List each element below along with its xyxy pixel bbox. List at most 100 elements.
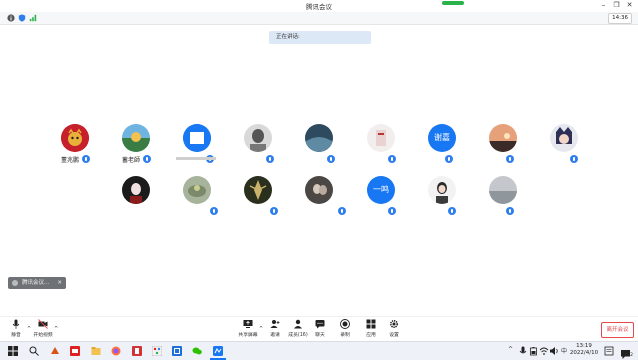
members-label: 成员(16) (288, 333, 308, 338)
info-icon[interactable] (7, 14, 15, 22)
mic-icon (338, 207, 346, 215)
minimize-button[interactable]: – (597, 1, 610, 10)
mic-icon (266, 155, 274, 163)
members-button[interactable]: 成员(16) (286, 319, 310, 338)
close-button[interactable]: ✕ (623, 1, 636, 10)
members-icon (294, 319, 302, 329)
participant-avatar[interactable] (428, 176, 456, 204)
participant-avatar[interactable]: 一鸣 (367, 176, 395, 204)
speaking-banner: 正在讲话: (269, 31, 371, 44)
mic-icon (506, 207, 514, 215)
chat-label: 聊天 (315, 333, 325, 338)
avatar-text: 谢嘉 (434, 133, 450, 142)
mute-label: 静音 (11, 333, 21, 338)
mute-button[interactable]: 静音 (4, 319, 28, 338)
mic-icon (327, 155, 335, 163)
share-label: 共享屏幕 (238, 333, 258, 338)
participant-avatar[interactable] (489, 124, 517, 152)
app-icon[interactable] (172, 346, 182, 356)
volume-icon[interactable] (549, 346, 559, 356)
participant-avatar[interactable] (183, 124, 211, 152)
record-button[interactable]: 录制 (333, 319, 357, 338)
invite-label: 邀请 (270, 333, 280, 338)
chevron-up-icon[interactable]: ^ (508, 346, 513, 353)
gear-icon (389, 319, 399, 329)
system-clock[interactable]: 13:19 2022/4/10 (568, 343, 600, 357)
mic-icon (82, 155, 90, 163)
record-icon (340, 319, 350, 329)
record-label: 录制 (340, 333, 350, 338)
meeting-toolbar: 静音 ^ 开始视频 ^ 共享屏幕 ^ 邀请 成员(16) 聊天 录制 应用 设置 (0, 316, 638, 341)
microphone-icon (12, 319, 20, 329)
participant-avatar[interactable] (122, 124, 150, 152)
matlab-icon[interactable] (50, 346, 60, 356)
video-button[interactable]: 开始视频 (31, 319, 55, 338)
chevron-up-icon[interactable]: ^ (54, 326, 58, 332)
wifi-icon[interactable] (539, 346, 549, 356)
window-controls: – ❐ ✕ (597, 1, 636, 10)
mic-icon (270, 207, 278, 215)
apps-label: 应用 (366, 333, 376, 338)
participant-avatar[interactable] (122, 176, 150, 204)
mic-icon (570, 155, 578, 163)
leave-meeting-button[interactable]: 离开会议 (601, 322, 634, 338)
chat-button[interactable]: 聊天 (308, 319, 332, 338)
windows-start-icon[interactable] (8, 346, 18, 356)
title-bar: 腾讯会议 – ❐ ✕ (0, 0, 638, 12)
active-app-indicator (210, 358, 226, 360)
wechat-icon[interactable] (192, 346, 202, 356)
mic-icon (448, 207, 456, 215)
participant-avatar[interactable]: 谢嘉 (428, 124, 456, 152)
mic-icon (506, 155, 514, 163)
meeting-info-bar: 14:36 (0, 12, 638, 25)
mic-icon (210, 207, 218, 215)
apps-icon (366, 319, 376, 329)
mic-icon (388, 155, 396, 163)
mini-window-label: 腾讯会议... (22, 280, 50, 286)
camera-off-icon (38, 319, 48, 329)
restore-button[interactable]: ❐ (610, 1, 623, 10)
participant-avatar[interactable] (183, 176, 211, 204)
notes-icon[interactable] (604, 346, 614, 356)
tencent-meeting-icon[interactable] (213, 346, 223, 356)
video-label: 开始视频 (33, 333, 53, 338)
meeting-timer: 14:36 (608, 13, 632, 24)
battery-icon[interactable] (529, 346, 539, 356)
participant-avatar[interactable] (61, 124, 89, 152)
share-screen-button[interactable]: 共享屏幕 (236, 319, 260, 338)
signal-icon[interactable] (29, 14, 37, 22)
search-icon[interactable] (29, 346, 39, 356)
notification-count: 2 (630, 353, 633, 358)
participant-name: 董兆鹏 (61, 157, 80, 164)
participant-avatar[interactable] (305, 124, 333, 152)
os-taskbar: ^ 中 13:19 2022/4/10 2 (0, 341, 638, 360)
participant-avatar[interactable] (244, 124, 272, 152)
apps-button[interactable]: 应用 (359, 319, 383, 338)
participant-avatar[interactable] (305, 176, 333, 204)
mic-icon (445, 155, 453, 163)
invite-button[interactable]: 邀请 (263, 319, 287, 338)
settings-button[interactable]: 设置 (382, 319, 406, 338)
mic-icon (388, 207, 396, 215)
participant-name: 蓄老師 (122, 157, 141, 164)
app-icon[interactable] (132, 346, 142, 356)
firefox-icon[interactable] (111, 346, 121, 356)
name-placeholder (176, 157, 216, 160)
app-icon[interactable] (70, 346, 80, 356)
participant-avatar[interactable] (489, 176, 517, 204)
settings-label: 设置 (389, 333, 399, 338)
mini-meeting-window[interactable]: 腾讯会议... ✕ (8, 277, 66, 289)
input-method-indicator[interactable]: 中 (561, 346, 567, 355)
paint-icon[interactable] (152, 346, 162, 356)
notification-center[interactable]: 2 (620, 345, 633, 359)
network-indicator (442, 1, 464, 5)
participant-avatar[interactable] (550, 124, 578, 152)
mic-icon (143, 155, 151, 163)
file-explorer-icon[interactable] (91, 346, 101, 356)
close-icon[interactable]: ✕ (57, 277, 62, 289)
shield-icon[interactable] (18, 14, 26, 22)
participant-avatar[interactable] (244, 176, 272, 204)
microphone-icon[interactable] (518, 346, 528, 356)
window-title: 腾讯会议 (306, 3, 332, 11)
participant-avatar[interactable] (367, 124, 395, 152)
